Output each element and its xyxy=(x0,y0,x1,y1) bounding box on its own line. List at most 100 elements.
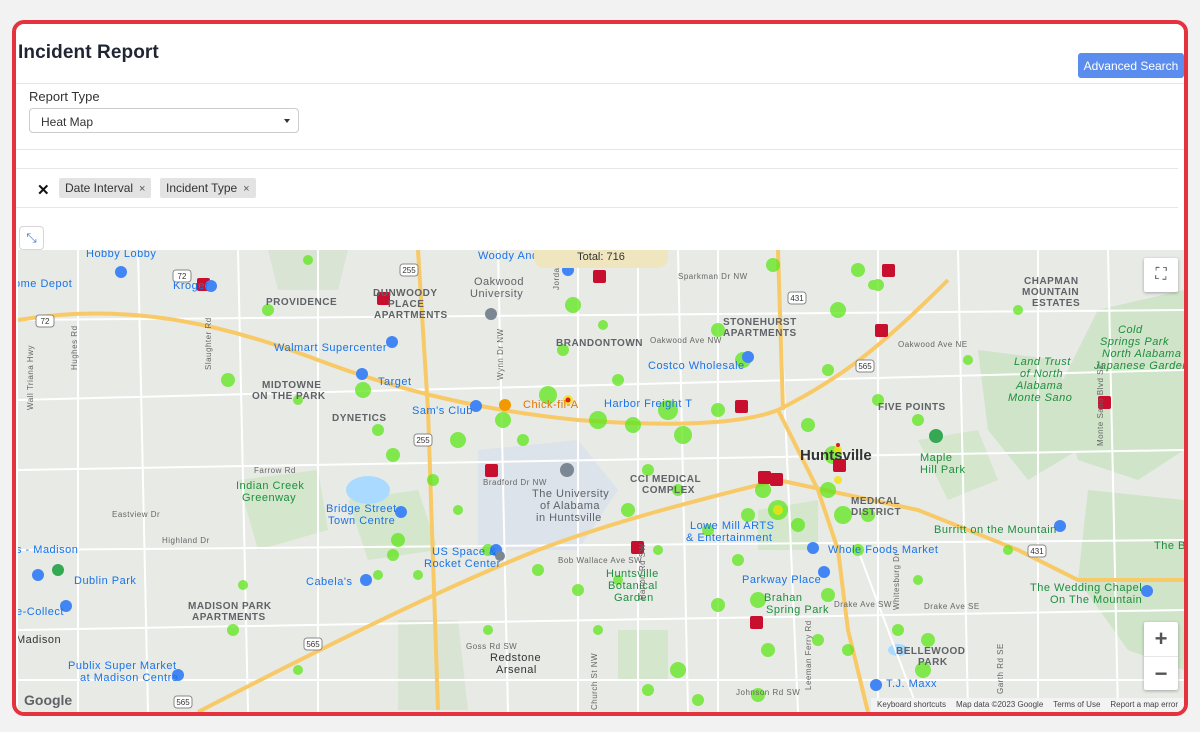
route-shield: 565 xyxy=(176,698,190,707)
street-label: Goss Rd SW xyxy=(466,642,518,651)
street-label: Johnson Rd SW xyxy=(736,688,801,697)
street-label: Highland Dr xyxy=(162,536,210,545)
place-label: University xyxy=(470,288,524,300)
street-label: Hughes Rd xyxy=(70,325,79,370)
place-label: Publix Super Market xyxy=(68,660,177,672)
place-label: Indian Creek xyxy=(236,480,305,492)
place-label: Walmart Supercenter xyxy=(274,342,388,354)
place-label: The B xyxy=(1154,540,1184,552)
place-label: Huntsville xyxy=(800,447,872,464)
street-label: Patton Rd SW xyxy=(638,543,647,600)
street-label: Wall Triana Hwy xyxy=(26,345,35,410)
expand-icon[interactable]: ⤡ xyxy=(19,226,44,250)
remove-filter-icon[interactable]: × xyxy=(243,183,249,195)
place-label: MIDTOWNE xyxy=(262,380,322,391)
place-label: BRANDONTOWN xyxy=(556,338,643,349)
street-label: Oakwood Ave NW xyxy=(650,336,722,345)
street-label: Drake Ave SE xyxy=(924,602,980,611)
zoom-control: + − xyxy=(1144,622,1178,690)
place-label: On The Mountain xyxy=(1050,594,1143,606)
street-label: Bob Wallace Ave SW xyxy=(558,556,643,565)
report-type-select[interactable]: Heat Map xyxy=(29,108,299,133)
zoom-out-button[interactable]: − xyxy=(1144,657,1178,691)
fullscreen-icon[interactable]: ⛶ xyxy=(1144,258,1178,292)
place-label: Greenway xyxy=(242,492,297,504)
place-label: Garden xyxy=(614,592,654,604)
place-label: Lowe Mill ARTS xyxy=(690,520,775,532)
place-label: Whole Foods Market xyxy=(828,544,939,556)
divider xyxy=(16,83,1184,84)
place-label: Chick-fil-A xyxy=(523,399,579,411)
place-label: Huntsville xyxy=(606,568,659,580)
place-label: Arsenal xyxy=(496,664,537,676)
place-label: Sam's Club xyxy=(412,405,473,417)
street-label: Slaughter Rd xyxy=(204,317,213,370)
place-label: ON THE PARK xyxy=(252,391,326,402)
place-label: Springs Park xyxy=(1100,336,1169,348)
place-label: Monte Sano xyxy=(1008,392,1073,404)
place-label: MADISON PARK xyxy=(188,601,272,612)
place-label: T.J. Maxx xyxy=(886,678,937,690)
street-label: Whitesburg Dr xyxy=(892,552,901,610)
place-label: & Entertainment xyxy=(686,532,773,544)
place-label: The Wedding Chapel xyxy=(1030,582,1143,594)
place-label: DISTRICT xyxy=(851,507,902,518)
place-label: Bridge Street xyxy=(326,503,397,515)
caret-down-icon xyxy=(284,119,290,123)
route-shield: 431 xyxy=(1030,547,1044,556)
place-label: Harbor Freight T xyxy=(604,398,693,410)
advanced-search-button[interactable]: Advanced Search xyxy=(1078,53,1184,78)
route-shield: 72 xyxy=(41,317,50,326)
street-label: Wynn Dr NW xyxy=(496,328,505,380)
place-label: Redstone xyxy=(490,652,542,664)
keyboard-shortcuts-link[interactable]: Keyboard shortcuts xyxy=(877,700,946,710)
place-label: s - Madison xyxy=(18,544,79,556)
street-label: Farrow Rd xyxy=(254,466,296,475)
route-shield: 565 xyxy=(306,640,320,649)
clear-filters-icon[interactable]: ✕ xyxy=(37,181,50,199)
divider xyxy=(16,149,1184,150)
place-label: DYNETICS xyxy=(332,413,387,424)
street-label: Church St NW xyxy=(590,652,599,710)
place-label: North Alabama xyxy=(1102,348,1182,360)
place-label: The University xyxy=(532,488,610,500)
filter-chip-incident-type[interactable]: Incident Type × xyxy=(160,178,256,198)
terms-link[interactable]: Terms of Use xyxy=(1053,700,1100,710)
place-label: Japanese Garden xyxy=(1094,360,1184,372)
place-label: PARK xyxy=(918,657,948,668)
place-label: Botanical xyxy=(608,580,658,592)
map-footer: Keyboard shortcuts Map data ©2023 Google… xyxy=(871,698,1184,712)
filter-chip-label: Date Interval xyxy=(65,181,134,195)
place-label: MOUNTAIN xyxy=(1022,287,1080,298)
place-label: Burritt on the Mountain xyxy=(934,524,1057,536)
remove-filter-icon[interactable]: × xyxy=(139,183,145,195)
place-label: BELLEWOOD xyxy=(896,646,966,657)
place-label: in Huntsville xyxy=(536,512,602,524)
street-label: Sparkman Dr NW xyxy=(678,272,748,281)
google-logo: Google xyxy=(24,692,73,708)
zoom-in-button[interactable]: + xyxy=(1144,622,1178,656)
place-label: Woody And xyxy=(478,250,539,262)
filter-chip-date-interval[interactable]: Date Interval × xyxy=(59,178,152,198)
map-data-text: Map data ©2023 Google xyxy=(955,700,1044,709)
place-label: ome Depot xyxy=(18,278,73,290)
page-title: Incident Report xyxy=(18,42,159,63)
place-label: Maple xyxy=(920,452,953,464)
heat-map[interactable]: 72 72 255 255 565 431 431 565 565 Hobby … xyxy=(18,250,1184,712)
place-label: FIVE POINTS xyxy=(878,402,946,413)
route-shield: 431 xyxy=(790,294,804,303)
place-label: DUNWOODY xyxy=(373,288,438,299)
street-label: Monte Sano Blvd SE xyxy=(1096,363,1105,446)
route-shield: 255 xyxy=(416,436,430,445)
place-label: Cold xyxy=(1118,324,1143,336)
report-error-link[interactable]: Report a map error xyxy=(1110,700,1178,710)
place-label: e-Collect xyxy=(18,606,64,618)
place-label: Cabela's xyxy=(306,576,353,588)
place-label: Land Trust xyxy=(1014,356,1071,368)
filter-bar: ✕ Date Interval × Incident Type × xyxy=(16,168,1178,208)
place-label: APARTMENTS xyxy=(723,328,797,339)
place-label: at Madison Centre xyxy=(80,672,179,684)
report-type-label: Report Type xyxy=(29,89,100,104)
place-label: PLACE xyxy=(388,299,425,310)
place-label: Oakwood xyxy=(474,276,524,288)
